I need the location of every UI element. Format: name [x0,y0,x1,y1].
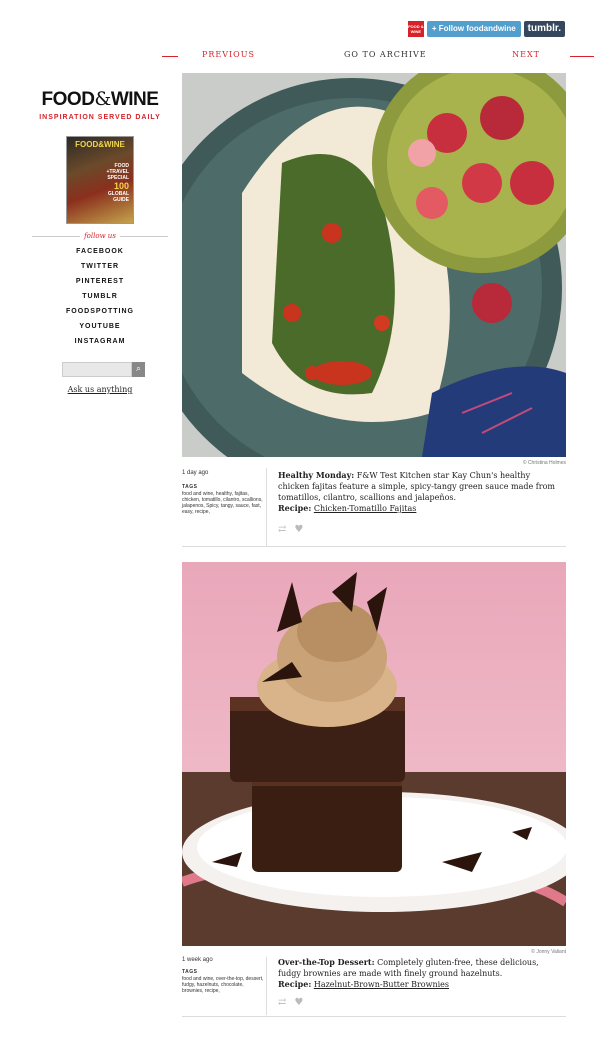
recipe-link[interactable]: Hazelnut-Brown-Butter Brownies [314,980,449,989]
tags-heading: TAGS [182,969,198,975]
post-brownies: © Jonny Valiant 1 week ago TAGS food and… [182,562,566,1025]
follow-us-divider: follow us [32,232,169,240]
recipe-label: Recipe: [278,503,312,513]
coverline: GUIDE [113,197,129,203]
social-link-foodspotting[interactable]: FOODSPOTTING [30,304,170,319]
logo-wine: WINE [110,89,159,110]
post-photo[interactable] [182,562,566,946]
logo-amp: & [94,88,111,110]
post-meta: 1 day ago TAGS food and wine, healthy, f… [182,470,266,515]
follow-button[interactable]: + Follow foodandwine [426,21,521,37]
post-meta: 1 week ago TAGS food and wine, over-the-… [182,957,266,994]
post-navigation: PREVIOUS GO TO ARCHIVE NEXT [162,50,594,62]
recipe-label: Recipe: [278,979,312,989]
brownies-photo [182,562,566,946]
fajitas-photo [182,73,566,457]
magazine-cover[interactable]: FOOD&WINE FOOD +TRAVEL SPECIAL 100 GLOBA… [66,136,134,224]
post-actions: ⇄ ♥ [278,997,303,1008]
meta-divider [266,957,267,1015]
search-form: ⌕ [62,362,170,377]
sidebar: FOOD&WINE INSPIRATION SERVED DAILY FOOD&… [30,88,170,394]
like-icon[interactable]: ♥ [294,997,303,1008]
divider-line [119,235,169,237]
tumblr-button[interactable]: tumblr. [523,21,565,37]
post-actions: ⇄ ♥ [278,524,303,535]
next-link[interactable]: NEXT [512,50,540,59]
magazine-coverlines: FOOD +TRAVEL SPECIAL 100 GLOBAL GUIDE [106,163,129,203]
coverline: 100 [113,181,129,191]
social-link-pinterest[interactable]: PINTEREST [30,274,170,289]
post-footer: 1 day ago TAGS food and wine, healthy, f… [182,468,566,547]
previous-arrow-icon [162,56,178,57]
social-link-youtube[interactable]: YOUTUBE [30,319,170,334]
magazine-title: FOOD&WINE [75,140,125,149]
post-footer: 1 week ago TAGS food and wine, over-the-… [182,957,566,1025]
like-icon[interactable]: ♥ [294,524,303,535]
previous-link[interactable]: PREVIOUS [202,50,255,59]
top-bar: FOOD & WINE + Follow foodandwine tumblr. [407,20,565,38]
post-timestamp[interactable]: 1 day ago [182,470,266,476]
post-divider [182,1016,566,1017]
tagline: INSPIRATION SERVED DAILY [39,114,161,121]
follow-us-label: follow us [84,232,116,240]
photo-credit: © Christina Holmes [522,460,566,466]
archive-link[interactable]: GO TO ARCHIVE [344,50,427,59]
reblog-icon[interactable]: ⇄ [278,997,286,1008]
tags-list[interactable]: food and wine, over-the-top, dessert, fu… [182,976,266,994]
social-link-instagram[interactable]: INSTAGRAM [30,334,170,349]
post-divider [182,546,566,547]
divider-line [32,235,81,237]
post-fajitas: © Christina Holmes 1 day ago TAGS food a… [182,73,566,547]
post-headline: Over-the-Top Dessert: [278,957,375,967]
post-photo[interactable] [182,73,566,457]
social-link-facebook[interactable]: FACEBOOK [30,244,170,259]
social-link-tumblr[interactable]: TUMBLR [30,289,170,304]
post-timestamp[interactable]: 1 week ago [182,957,266,963]
post-headline: Healthy Monday: [278,470,355,480]
search-icon[interactable]: ⌕ [132,362,145,377]
tags-heading: TAGS [182,484,198,490]
photo-credit: © Jonny Valiant [531,949,566,955]
site-logo[interactable]: FOOD&WINE [30,88,170,111]
ask-us-link[interactable]: Ask us anything [30,385,170,394]
meta-divider [266,468,267,546]
social-link-twitter[interactable]: TWITTER [30,259,170,274]
social-links: FACEBOOK TWITTER PINTEREST TUMBLR FOODSP… [30,244,170,349]
next-arrow-icon [570,56,594,57]
post-body: Healthy Monday: F&W Test Kitchen star Ka… [278,470,564,514]
food-and-wine-badge[interactable]: FOOD & WINE [407,21,424,37]
recipe-link[interactable]: Chicken-Tomatillo Fajitas [314,504,417,513]
tags-list[interactable]: food and wine, healthy, fajitas, chicken… [182,491,266,515]
logo-food: FOOD [41,89,95,110]
reblog-icon[interactable]: ⇄ [278,524,286,535]
search-input[interactable] [62,362,132,377]
post-body: Over-the-Top Dessert: Completely gluten-… [278,957,564,990]
